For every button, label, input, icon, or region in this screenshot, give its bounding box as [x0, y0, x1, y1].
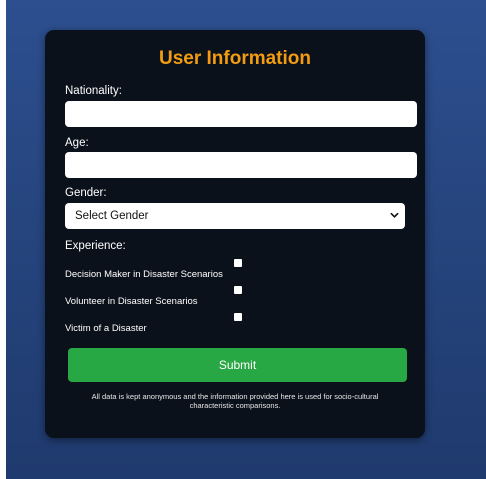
age-label: Age: [65, 137, 89, 149]
privacy-footnote: All data is kept anonymous and the infor… [65, 392, 405, 410]
volunteer-label: Volunteer in Disaster Scenarios [65, 296, 198, 307]
gender-select-value: Select Gender [75, 210, 149, 222]
submit-button[interactable]: Submit [68, 348, 407, 382]
victim-label: Victim of a Disaster [65, 323, 147, 334]
nationality-input[interactable] [65, 101, 417, 127]
gender-select[interactable]: Select Gender [65, 203, 405, 229]
decision-maker-checkbox[interactable] [234, 259, 242, 267]
experience-label: Experience: [65, 240, 126, 252]
victim-checkbox[interactable] [234, 313, 242, 321]
nationality-label: Nationality: [65, 85, 122, 97]
user-info-form: User Information Nationality: Age: Gende… [45, 30, 425, 438]
gender-label: Gender: [65, 187, 107, 199]
footnote-line-2: characteristic comparisons. [189, 401, 281, 410]
form-title: User Information [158, 48, 312, 69]
chevron-down-icon [390, 212, 399, 218]
age-input[interactable] [65, 152, 417, 178]
decision-maker-label: Decision Maker in Disaster Scenarios [65, 269, 223, 280]
volunteer-checkbox[interactable] [234, 286, 242, 294]
footnote-line-1: All data is kept anonymous and the infor… [91, 392, 379, 401]
